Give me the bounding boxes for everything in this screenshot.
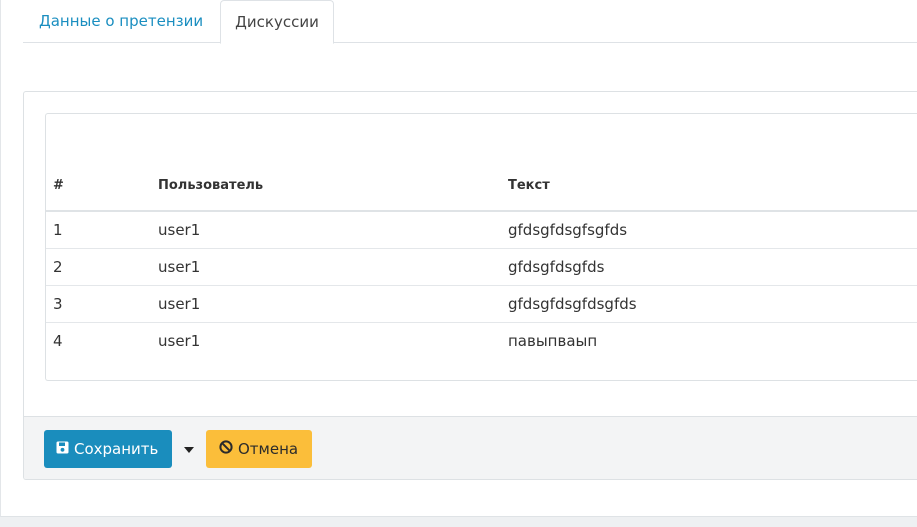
row-text: gfdsgfdsgfsgfds: [508, 221, 628, 239]
row-number: 4: [53, 332, 63, 350]
tab-discussions[interactable]: Дискуссии: [220, 0, 334, 44]
row-text: павыпваып: [508, 332, 598, 350]
row-user: user1: [158, 332, 201, 350]
save-button[interactable]: Сохранить: [44, 430, 172, 468]
form-actions: Сохранить Отмена: [24, 416, 917, 479]
row-text: gfdsgfdsgfdsgfds: [508, 295, 637, 313]
row-user: user1: [158, 295, 201, 313]
row-user: user1: [158, 258, 201, 276]
tab-bar: Данные о претензии Дискуссии: [23, 0, 917, 44]
row-number: 2: [53, 258, 63, 276]
floppy-disk-icon: [56, 430, 69, 468]
column-header-text: Текст: [508, 178, 550, 193]
cancel-button-label: Отмена: [238, 440, 299, 458]
table-row: 4 user1 павыпваып: [46, 323, 917, 360]
row-user: user1: [158, 221, 201, 239]
save-options-dropdown[interactable]: [178, 430, 200, 468]
table-row: 1 user1 gfdsgfdsgfsgfds: [46, 212, 917, 249]
claim-card: Данные о претензии Дискуссии # Пользоват…: [0, 0, 917, 517]
tab-claim-data[interactable]: Данные о претензии: [23, 0, 220, 43]
row-number: 1: [53, 221, 63, 239]
table-row: 3 user1 gfdsgfdsgfdsgfds: [46, 286, 917, 323]
column-header-number: #: [53, 178, 64, 193]
save-button-label: Сохранить: [74, 440, 159, 458]
discussions-panel: # Пользователь Текст 1 user1 gfdsgfdsgfs…: [23, 91, 917, 480]
column-header-user: Пользователь: [158, 178, 264, 193]
cancel-button[interactable]: Отмена: [206, 430, 312, 468]
caret-down-icon: [184, 440, 194, 458]
ban-icon: [219, 430, 233, 468]
row-text: gfdsgfdsgfds: [508, 258, 605, 276]
row-number: 3: [53, 295, 63, 313]
discussions-table: # Пользователь Текст 1 user1 gfdsgfdsgfs…: [45, 113, 917, 381]
table-row: 2 user1 gfdsgfdsgfds: [46, 249, 917, 286]
